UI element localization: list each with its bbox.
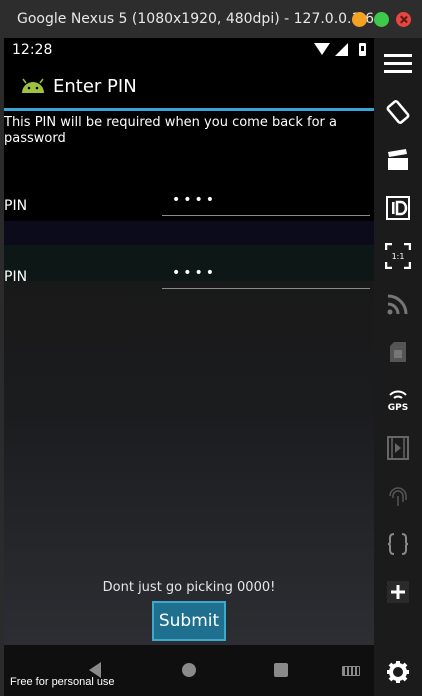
identify-button[interactable]	[374, 186, 422, 230]
confirm-pin-input[interactable]: ••••	[162, 265, 370, 289]
sim-card-icon	[390, 342, 406, 362]
pin-input[interactable]: ••••	[162, 192, 370, 216]
cast-button[interactable]	[374, 282, 422, 326]
submit-button[interactable]: Submit	[152, 601, 226, 641]
rotate-button[interactable]	[374, 90, 422, 134]
confirm-pin-label: PIN	[4, 269, 28, 285]
film-icon	[387, 436, 409, 460]
status-bar: 12:28	[4, 38, 374, 62]
window-title: Google Nexus 5 (1080x1920, 480dpi) - 127…	[17, 11, 389, 27]
emulator-toolbar: 1:1 GPS	[374, 38, 422, 696]
maximize-button[interactable]	[374, 12, 389, 27]
hint-text: Dont just go picking 0000!	[102, 580, 276, 595]
sim-button[interactable]	[374, 330, 422, 374]
media-button[interactable]	[374, 426, 422, 470]
close-button[interactable]	[396, 12, 411, 27]
watermark-text: Free for personal use	[10, 676, 115, 688]
android-icon	[22, 78, 44, 93]
gear-icon	[387, 661, 409, 683]
screen-title: Enter PIN	[53, 76, 137, 97]
minimize-button[interactable]	[352, 12, 367, 27]
one-to-one-icon: 1:1	[385, 243, 411, 269]
clapperboard-icon	[388, 149, 408, 170]
instruction-text: This PIN will be required when you come …	[4, 115, 337, 146]
rotate-icon	[386, 100, 410, 124]
menu-button[interactable]	[374, 42, 422, 86]
gps-icon: GPS	[388, 390, 408, 412]
wifi-icon	[314, 43, 330, 55]
device-screen: 12:28 Enter PIN This PIN will be require…	[4, 38, 374, 696]
home-icon[interactable]	[182, 663, 196, 677]
emulator-title-bar: Google Nexus 5 (1080x1920, 480dpi) - 127…	[0, 0, 422, 38]
pin-label: PIN	[4, 198, 28, 214]
status-time: 12:28	[12, 42, 53, 58]
settings-button[interactable]	[374, 650, 422, 694]
id-icon	[386, 196, 410, 220]
fingerprint-button[interactable]	[374, 474, 422, 518]
extended-controls-button[interactable]	[374, 522, 422, 566]
wifi-cast-icon	[387, 294, 408, 315]
screen-record-button[interactable]	[374, 138, 422, 182]
navigation-bar	[4, 645, 374, 696]
plus-icon	[387, 581, 409, 603]
recent-apps-icon[interactable]	[274, 663, 288, 677]
pin-form: This PIN will be required when you come …	[4, 111, 374, 645]
add-button[interactable]	[374, 570, 422, 614]
one-to-one-label: 1:1	[392, 252, 405, 261]
keyboard-icon[interactable]	[342, 666, 360, 676]
battery-icon	[359, 43, 366, 56]
braces-icon	[387, 533, 409, 555]
signal-icon	[335, 43, 348, 56]
gps-label: GPS	[388, 403, 408, 412]
action-bar: Enter PIN	[4, 62, 374, 108]
fingerprint-icon	[389, 487, 407, 506]
hamburger-icon	[384, 54, 412, 73]
gps-button[interactable]: GPS	[374, 378, 422, 422]
pixel-perfect-button[interactable]: 1:1	[374, 234, 422, 278]
